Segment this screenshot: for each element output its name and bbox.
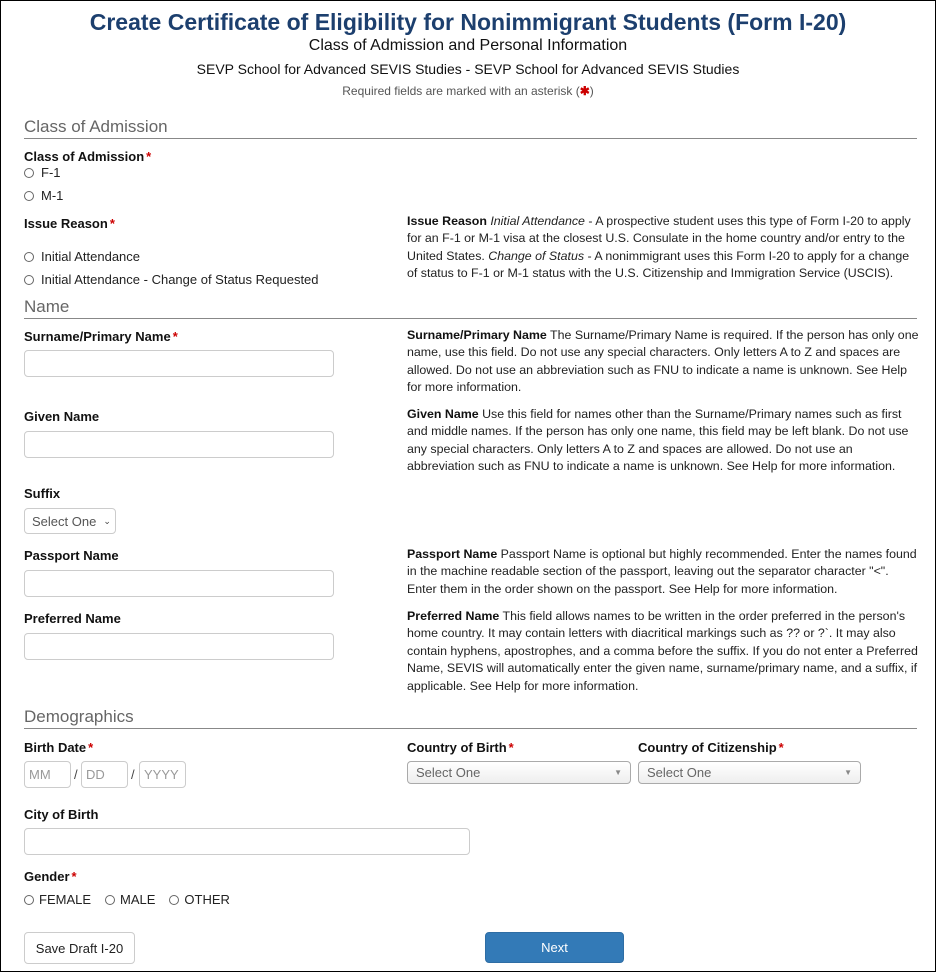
required-star: * (778, 740, 784, 755)
radio-change-of-status[interactable]: Initial Attendance - Change of Status Re… (24, 272, 319, 287)
gender-label: Gender * (24, 869, 77, 884)
radio-label: MALE (120, 892, 156, 907)
required-star: * (88, 740, 94, 755)
surname-label: Surname/Primary Name * (24, 329, 178, 344)
radio-circle-icon[interactable] (24, 251, 34, 262)
country-of-birth-select[interactable]: Select One ▼ (407, 761, 631, 784)
preferred-name-label: Preferred Name (24, 611, 121, 626)
radio-other[interactable]: OTHER (169, 892, 230, 907)
preferred-name-help: Preferred Name This field allows names t… (407, 608, 919, 695)
class-of-admission-label-text: Class of Admission (24, 149, 145, 164)
page-title: Create Certificate of Eligibility for No… (89, 9, 847, 35)
birth-month-input[interactable]: MM (24, 761, 71, 788)
country-of-citizenship-selected: Select One (647, 765, 712, 780)
date-separator: / (74, 767, 78, 782)
dropdown-arrow-icon: ▼ (614, 768, 622, 777)
help-text: Use this field for names other than the … (407, 407, 909, 474)
surname-help: Surname/Primary Name The Surname/Primary… (407, 327, 919, 397)
section-class-of-admission: Class of Admission (24, 117, 917, 139)
passport-name-help: Passport Name Passport Name is optional … (407, 546, 919, 598)
help-title: Given Name (407, 407, 479, 421)
radio-label: Initial Attendance (41, 249, 141, 264)
required-star: * (71, 869, 77, 884)
passport-name-label: Passport Name (24, 548, 119, 563)
radio-label: Initial Attendance - Change of Status Re… (41, 272, 319, 287)
help-title: Issue Reason (407, 214, 487, 228)
required-fields-note: Required fields are marked with an aster… (1, 84, 935, 98)
class-of-admission-label: Class of Admission * (24, 149, 151, 164)
page-header: Create Certificate of Eligibility for No… (1, 8, 935, 98)
country-of-birth-label: Country of Birth * (407, 740, 514, 755)
radio-label: FEMALE (39, 892, 92, 907)
suffix-selected-value: Select One (32, 513, 97, 529)
suffix-label: Suffix (24, 486, 61, 501)
school-name: SEVP School for Advanced SEVIS Studies -… (196, 61, 740, 77)
city-of-birth-label: City of Birth (24, 807, 99, 822)
country-of-citizenship-label: Country of Citizenship * (638, 740, 784, 755)
help-term: Initial Attendance (490, 214, 585, 228)
birth-day-input[interactable]: DD (81, 761, 128, 788)
radio-circle-icon[interactable] (24, 167, 34, 178)
issue-reason-label-text: Issue Reason (24, 216, 108, 231)
radio-male[interactable]: MALE (105, 892, 155, 907)
section-name: Name (24, 297, 917, 319)
page-subtitle: Class of Admission and Personal Informat… (308, 37, 628, 54)
help-term: Change of Status (488, 248, 585, 263)
date-separator: / (131, 767, 135, 782)
required-note-close: ) (589, 84, 594, 98)
required-star: * (172, 329, 178, 344)
passport-name-input[interactable] (24, 570, 334, 597)
radio-circle-icon[interactable] (24, 274, 34, 285)
country-of-citizenship-select[interactable]: Select One ▼ (638, 761, 861, 784)
required-star: * (508, 740, 514, 755)
required-star: * (146, 149, 152, 164)
country-of-birth-label-text: Country of Birth (407, 740, 507, 755)
required-note-text: Required fields are marked with an aster… (342, 84, 580, 98)
radio-circle-icon[interactable] (105, 894, 116, 905)
help-title: Surname/Primary Name (407, 328, 547, 342)
birth-date-label-text: Birth Date (24, 740, 87, 755)
required-star: * (109, 216, 115, 231)
birth-year-input[interactable]: YYYY (139, 761, 186, 788)
next-button[interactable]: Next (485, 932, 624, 963)
radio-circle-icon[interactable] (169, 894, 180, 905)
radio-circle-icon[interactable] (24, 190, 34, 201)
preferred-name-input[interactable] (24, 633, 334, 660)
surname-input[interactable] (24, 350, 334, 377)
issue-reason-help: Issue Reason Initial Attendance - A pros… (407, 213, 919, 283)
country-of-birth-selected: Select One (416, 765, 481, 780)
radio-label: F-1 (41, 165, 61, 180)
city-of-birth-input[interactable] (24, 828, 470, 855)
radio-label: OTHER (184, 892, 230, 907)
gender-options: FEMALE MALE OTHER (24, 892, 244, 907)
radio-label: M-1 (41, 188, 64, 203)
section-demographics: Demographics (24, 707, 917, 729)
chevron-down-icon: ⌄ (103, 515, 111, 526)
help-title: Passport Name (407, 547, 498, 561)
help-title: Preferred Name (407, 609, 500, 623)
required-asterisk-icon: ✱ (579, 84, 590, 98)
country-of-citizenship-label-text: Country of Citizenship (638, 740, 777, 755)
given-name-input[interactable] (24, 431, 334, 458)
given-name-label: Given Name (24, 409, 100, 424)
surname-label-text: Surname/Primary Name (24, 329, 171, 344)
suffix-select[interactable]: Select One ⌄ (24, 508, 116, 534)
given-name-help: Given Name Use this field for names othe… (407, 406, 919, 476)
birth-date-label: Birth Date * (24, 740, 93, 755)
radio-f1[interactable]: F-1 (24, 165, 61, 180)
gender-label-text: Gender (24, 869, 70, 884)
save-draft-button[interactable]: Save Draft I-20 (24, 932, 135, 964)
dropdown-arrow-icon: ▼ (844, 768, 852, 777)
radio-initial-attendance[interactable]: Initial Attendance (24, 249, 140, 264)
radio-m1[interactable]: M-1 (24, 188, 63, 203)
radio-female[interactable]: FEMALE (24, 892, 91, 907)
radio-circle-icon[interactable] (24, 894, 34, 905)
issue-reason-label: Issue Reason * (24, 216, 115, 231)
